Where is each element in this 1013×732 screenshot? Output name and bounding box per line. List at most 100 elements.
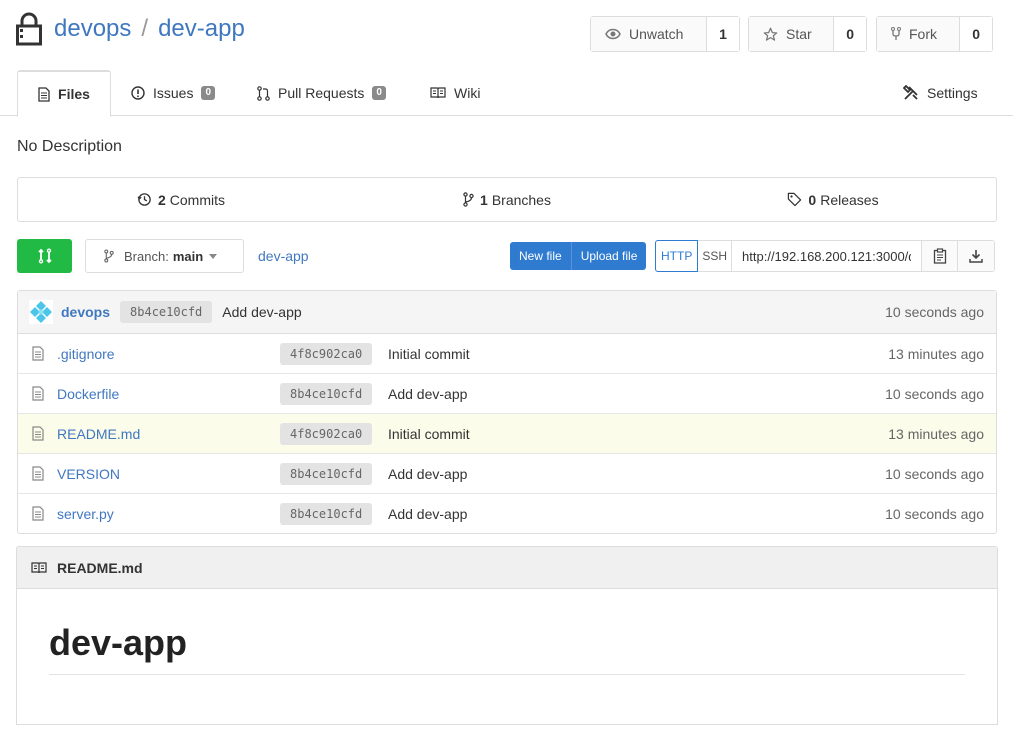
clone-url-input[interactable]: [732, 241, 923, 271]
tab-settings[interactable]: Settings: [903, 70, 978, 116]
repo-name-link[interactable]: dev-app: [158, 15, 245, 43]
tab-wiki-label: Wiki: [454, 85, 481, 101]
commits-label: Commits: [169, 191, 226, 208]
commit-author-link[interactable]: devops: [61, 304, 110, 320]
book-icon: [430, 87, 446, 99]
stars-count[interactable]: 0: [834, 17, 866, 51]
unwatch-button[interactable]: Unwatch: [591, 17, 707, 51]
copy-url-button[interactable]: [922, 241, 959, 271]
file-icon: [32, 386, 44, 401]
ssh-protocol-button[interactable]: SSH: [698, 241, 733, 271]
repo-owner-link[interactable]: devops: [54, 15, 131, 43]
branch-icon: [104, 249, 114, 263]
file-commit-age: 13 minutes ago: [888, 345, 984, 362]
tools-icon: [903, 85, 918, 100]
tab-issues[interactable]: Issues 0: [131, 70, 216, 116]
file-commit-age: 10 seconds ago: [885, 385, 984, 402]
lock-icon: [16, 12, 42, 46]
file-name-link[interactable]: VERSION: [57, 466, 120, 482]
new-file-button[interactable]: New file: [510, 242, 571, 270]
star-button[interactable]: Star: [749, 17, 835, 51]
tab-pull-requests[interactable]: Pull Requests 0: [257, 70, 386, 116]
readme-content: dev-app: [16, 588, 998, 725]
readme-filename: README.md: [57, 559, 143, 576]
branch-icon: [463, 192, 474, 207]
file-name-link[interactable]: .gitignore: [57, 346, 115, 362]
star-button-group: Star 0: [748, 16, 867, 52]
branch-dropdown[interactable]: Branch: main: [85, 239, 244, 273]
history-icon: [137, 193, 151, 206]
repo-header: devops / dev-app: [16, 12, 245, 46]
file-actions-group: New file Upload file: [510, 242, 647, 270]
file-commit-sha[interactable]: 4f8c902ca0: [280, 422, 373, 445]
file-row: .gitignore 4f8c902ca0 Initial commit 13 min…: [18, 334, 996, 374]
commit-age: 10 seconds ago: [885, 304, 984, 320]
fork-label: Fork: [909, 26, 937, 42]
releases-stat[interactable]: 0 Releases: [670, 178, 996, 221]
pull-request-icon: [257, 85, 270, 101]
file-row: Dockerfile 8b4ce10cfd Add dev-app 10 second…: [18, 374, 996, 414]
file-name-link[interactable]: README.md: [57, 426, 140, 442]
repo-description: No Description: [17, 138, 122, 155]
file-commit-message: Initial commit: [388, 345, 470, 362]
book-icon: [31, 561, 47, 573]
forks-count[interactable]: 0: [960, 17, 992, 51]
compare-button[interactable]: [17, 239, 72, 273]
http-protocol-button[interactable]: HTTP: [655, 240, 699, 272]
compare-icon: [37, 248, 52, 264]
file-icon: [32, 506, 44, 521]
commit-message: Add dev-app: [222, 304, 302, 320]
file-commit-message: Initial commit: [388, 425, 470, 442]
file-icon: [32, 426, 44, 441]
upload-file-button[interactable]: Upload file: [570, 242, 647, 270]
repo-tabbar: Files Issues 0 Pull Requests 0 Wiki Sett…: [0, 70, 1013, 117]
clipboard-icon: [933, 248, 946, 264]
commits-stat[interactable]: 2 Commits: [18, 178, 344, 221]
repo-separator: /: [141, 15, 149, 42]
file-text-icon: [38, 86, 50, 102]
file-list: devops 8b4ce10cfd Add dev-app 10 seconds…: [17, 290, 997, 534]
tag-icon: [788, 192, 802, 207]
file-commit-sha[interactable]: 8b4ce10cfd: [280, 382, 373, 405]
tab-settings-label: Settings: [927, 85, 978, 101]
download-button[interactable]: [958, 241, 995, 271]
file-name-link[interactable]: Dockerfile: [57, 386, 119, 402]
star-label: Star: [786, 26, 812, 42]
watchers-count[interactable]: 1: [707, 17, 739, 51]
file-icon: [32, 466, 44, 481]
file-commit-age: 13 minutes ago: [888, 425, 984, 442]
fork-button[interactable]: Fork: [877, 17, 961, 51]
branches-count: 1: [480, 191, 488, 208]
file-name-link[interactable]: server.py: [57, 506, 114, 522]
issue-icon: [131, 86, 145, 100]
file-commit-sha[interactable]: 8b4ce10cfd: [280, 502, 373, 525]
commits-count: 2: [157, 191, 166, 208]
download-icon: [969, 250, 983, 263]
branches-stat[interactable]: 1 Branches: [344, 178, 670, 221]
repo-stats-bar: 2 Commits 1 Branches 0 Releases: [17, 177, 997, 222]
readme-header: README.md: [16, 546, 998, 589]
branch-name: main: [172, 248, 204, 264]
file-commit-age: 10 seconds ago: [885, 505, 984, 522]
watch-button-group: Unwatch 1: [590, 16, 740, 52]
commit-sha-link[interactable]: 8b4ce10cfd: [120, 301, 213, 323]
tab-wiki[interactable]: Wiki: [430, 70, 480, 116]
branch-prefix: Branch:: [124, 248, 169, 264]
fork-icon: [891, 26, 901, 40]
file-row: VERSION 8b4ce10cfd Add dev-app 10 seconds a…: [18, 454, 996, 494]
file-commit-message: Add dev-app: [388, 505, 468, 522]
file-commit-message: Add dev-app: [388, 465, 468, 482]
repo-title: devops / dev-app: [54, 15, 245, 43]
file-commit-sha[interactable]: 8b4ce10cfd: [280, 462, 373, 485]
heading-divider: [49, 674, 965, 675]
issues-count-badge: 0: [201, 86, 216, 100]
file-commit-sha[interactable]: 4f8c902ca0: [280, 342, 373, 365]
avatar[interactable]: [29, 300, 53, 324]
breadcrumb-repo-link[interactable]: dev-app: [258, 248, 309, 264]
file-row: server.py 8b4ce10cfd Add dev-app 10 seconds…: [18, 494, 996, 533]
clone-panel: HTTP SSH: [655, 240, 996, 272]
tab-files[interactable]: Files: [17, 70, 111, 117]
file-row: README.md 4f8c902ca0 Initial commit 13 minu…: [18, 414, 996, 454]
readme-heading: dev-app: [49, 622, 188, 663]
eye-icon: [605, 28, 621, 40]
